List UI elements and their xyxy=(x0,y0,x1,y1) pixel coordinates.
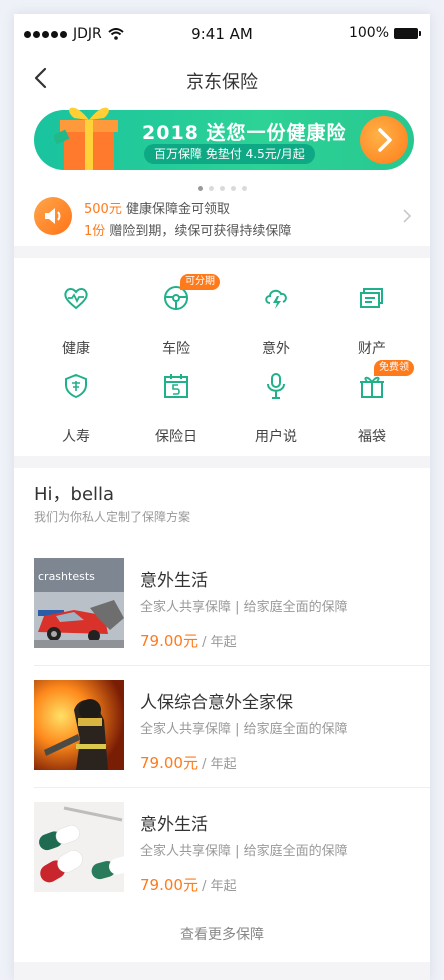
phone-screen: JDJR 9:41 AM 100% 京东保险 2018 送您一份健康险 百万保障… xyxy=(14,14,430,980)
gift-box-icon xyxy=(54,107,118,170)
notice-bar[interactable]: 500元 健康保障金可领取 1份 赠险到期，续保可获得持续保障 xyxy=(14,194,430,244)
category-life[interactable]: 人寿 xyxy=(24,364,128,445)
category-label: 健康 xyxy=(62,341,90,357)
product-price: 79.00元 / 年起 xyxy=(140,754,237,772)
notice-line-2: 1份 赠险到期，续保可获得持续保障 xyxy=(84,224,292,239)
product-desc: 全家人共享保障 | 给家庭全面的保障 xyxy=(140,722,348,737)
banner-pager xyxy=(14,186,430,191)
product-name: 意外生活 xyxy=(140,571,208,591)
category-grid: 健康 可分期 车险 意外 财产 人寿 保险日 用户说 免费领 福袋 xyxy=(14,266,430,456)
category-label: 福袋 xyxy=(358,429,386,445)
status-bar: JDJR 9:41 AM 100% xyxy=(14,14,430,54)
notice-line-1: 500元 健康保障金可领取 xyxy=(84,202,230,217)
product-image-crash: crashtests xyxy=(34,558,124,648)
greeting-title: Hi，bella xyxy=(34,484,115,505)
banner-subtitle: 百万保障 免垫付 4.5元/月起 xyxy=(144,144,315,164)
product-price: 79.00元 / 年起 xyxy=(140,632,237,650)
category-label: 车险 xyxy=(162,341,190,357)
chevron-right-icon xyxy=(378,128,392,152)
product-desc: 全家人共享保障 | 给家庭全面的保障 xyxy=(140,844,348,859)
product-name: 人保综合意外全家保 xyxy=(140,693,293,713)
banner-go-button[interactable] xyxy=(360,116,408,164)
product-item[interactable]: 意外生活 全家人共享保障 | 给家庭全面的保障 79.00元 / 年起 xyxy=(14,788,430,910)
greeting-subtitle: 我们为你私人定制了保障方案 xyxy=(34,510,191,524)
gift-bag-icon xyxy=(360,376,384,398)
category-user-says[interactable]: 用户说 xyxy=(224,364,328,445)
category-lucky-bag[interactable]: 免费领 福袋 xyxy=(320,360,424,445)
product-image-fire xyxy=(34,680,124,770)
lightning-cloud-icon xyxy=(265,289,287,309)
section-divider xyxy=(14,962,430,980)
tag-badge: 免费领 xyxy=(374,360,414,376)
battery-info: 100% xyxy=(348,25,421,41)
category-health[interactable]: 健康 xyxy=(24,276,128,357)
chevron-right-icon xyxy=(403,209,412,223)
category-property[interactable]: 财产 xyxy=(320,276,424,357)
product-item[interactable]: 人保综合意外全家保 全家人共享保障 | 给家庭全面的保障 79.00元 / 年起 xyxy=(14,666,430,788)
product-image-capsules xyxy=(34,802,124,892)
tag-badge: 可分期 xyxy=(180,274,220,290)
product-price: 79.00元 / 年起 xyxy=(140,876,237,894)
crash-sign-text: crashtests xyxy=(38,570,95,583)
category-label: 人寿 xyxy=(62,429,90,445)
section-divider xyxy=(14,246,430,258)
banner-headline: 2018 送您一份健康险 xyxy=(142,122,347,144)
section-divider xyxy=(14,456,430,468)
pager-dot xyxy=(208,186,214,191)
speaker-icon xyxy=(34,197,72,235)
category-label: 用户说 xyxy=(255,429,297,445)
shield-icon xyxy=(65,373,87,399)
pager-dot xyxy=(219,186,225,191)
property-card-icon xyxy=(360,288,383,308)
microphone-icon xyxy=(267,373,285,399)
calendar-icon xyxy=(164,374,188,398)
category-label: 保险日 xyxy=(155,429,197,445)
category-label: 意外 xyxy=(262,341,290,357)
product-item[interactable]: crashtests 意外生活 全家人共享保障 | 给家庭全面的保障 79.00… xyxy=(14,544,430,666)
product-desc: 全家人共享保障 | 给家庭全面的保障 xyxy=(140,600,348,615)
nav-bar: 京东保险 xyxy=(14,54,430,102)
page-title: 京东保险 xyxy=(186,72,258,93)
category-insurance-day[interactable]: 保险日 xyxy=(124,364,228,445)
product-name: 意外生活 xyxy=(140,815,208,835)
battery-icon xyxy=(394,27,421,39)
category-car[interactable]: 可分期 车险 xyxy=(124,274,228,357)
pager-dot xyxy=(241,186,247,191)
pager-dot xyxy=(230,186,236,191)
view-more-link[interactable]: 查看更多保障 xyxy=(14,924,430,944)
pager-dot xyxy=(197,186,203,191)
battery-percent: 100% xyxy=(348,25,389,41)
heart-pulse-icon xyxy=(64,288,88,310)
category-accident[interactable]: 意外 xyxy=(224,276,328,357)
category-label: 财产 xyxy=(358,341,386,357)
